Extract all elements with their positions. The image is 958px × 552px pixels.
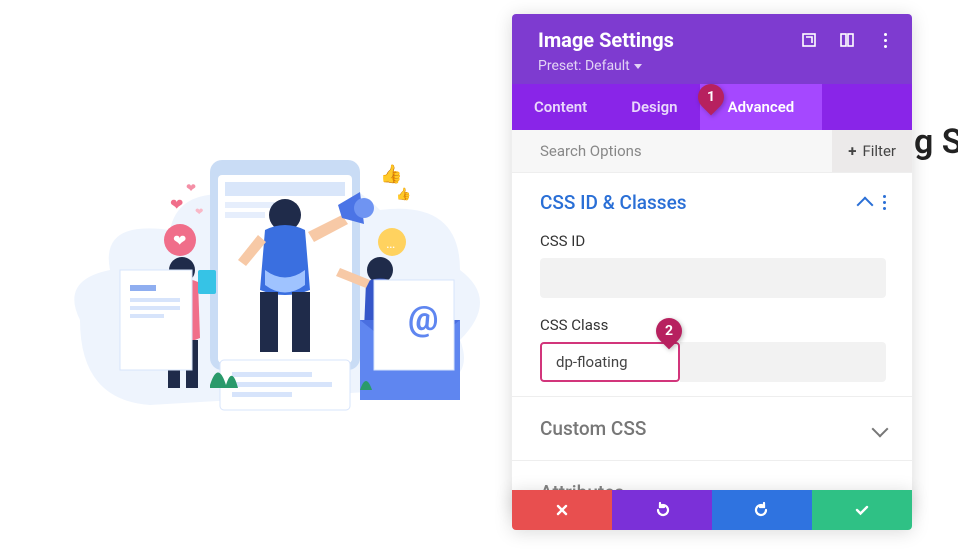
more-icon[interactable] <box>876 31 894 49</box>
background-heading-fragment: g S <box>914 122 958 162</box>
panel-title: Image Settings <box>538 28 674 52</box>
chevron-up-icon <box>857 196 874 213</box>
image-module-illustration[interactable]: @ ❤ … ❤ ❤ ❤ 👍 👍 <box>60 120 500 450</box>
undo-button[interactable] <box>612 490 712 530</box>
snap-icon[interactable] <box>838 31 856 49</box>
css-id-input[interactable] <box>540 258 886 298</box>
section-css-id-classes: CSS ID & Classes CSS ID CSS Class <box>512 173 912 397</box>
css-class-input[interactable] <box>540 342 680 382</box>
cancel-button[interactable] <box>512 490 612 530</box>
expand-icon[interactable] <box>800 31 818 49</box>
field-css-id: CSS ID <box>540 232 886 298</box>
svg-text:👍: 👍 <box>380 163 402 185</box>
panel-footer <box>512 490 912 530</box>
css-class-label: CSS Class <box>540 316 886 334</box>
tab-content[interactable]: Content <box>512 84 609 130</box>
css-class-input-extent[interactable] <box>680 342 886 382</box>
caret-down-icon <box>634 64 642 69</box>
field-css-class: CSS Class <box>540 316 886 382</box>
panel-header: Image Settings Preset: Default <box>512 14 912 84</box>
save-button[interactable] <box>812 490 912 530</box>
svg-text:❤: ❤ <box>170 195 183 214</box>
chevron-down-icon <box>872 420 889 437</box>
svg-text:👍: 👍 <box>396 187 411 201</box>
search-row: + Filter <box>512 130 912 173</box>
filter-label: Filter <box>862 142 896 160</box>
section-more-icon[interactable] <box>883 195 886 210</box>
css-id-label: CSS ID <box>540 232 886 250</box>
tab-design[interactable]: Design <box>609 84 699 130</box>
custom-css-title: Custom CSS <box>540 417 646 440</box>
filter-button[interactable]: + Filter <box>832 130 912 172</box>
svg-text:❤: ❤ <box>195 207 203 218</box>
section-custom-css[interactable]: Custom CSS <box>512 397 912 461</box>
redo-button[interactable] <box>712 490 812 530</box>
section-css-id-classes-header[interactable]: CSS ID & Classes <box>540 191 886 214</box>
preset-dropdown[interactable]: Preset: Default <box>538 58 894 74</box>
svg-text:❤: ❤ <box>173 231 186 250</box>
svg-text:@: @ <box>408 299 438 339</box>
editor-canvas: @ ❤ … ❤ ❤ ❤ 👍 👍 <box>0 0 512 552</box>
section-title: CSS ID & Classes <box>540 191 687 214</box>
search-input[interactable] <box>512 130 832 172</box>
svg-text:❤: ❤ <box>186 181 196 195</box>
svg-text:…: … <box>386 236 395 252</box>
preset-label: Preset: Default <box>538 58 630 74</box>
